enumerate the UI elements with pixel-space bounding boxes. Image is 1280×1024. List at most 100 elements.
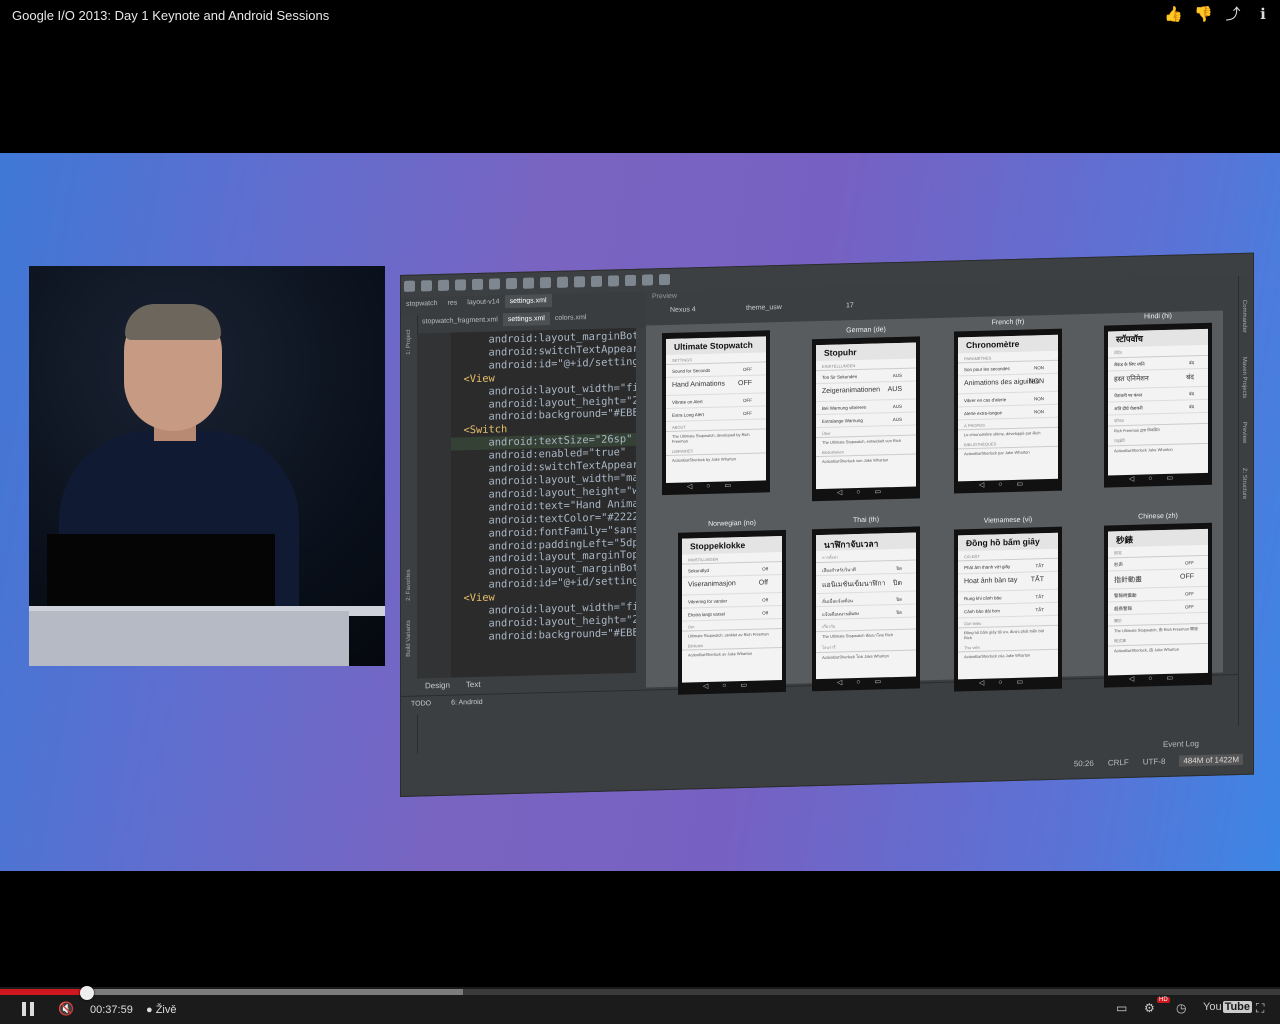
forward-icon — [574, 276, 585, 288]
phone-screen: Stoppeklokke INNSTILLINGER Sekundlyd Off Vis… — [682, 535, 782, 683]
settings-row: अति दीर्घ चेतावनी बंद — [1108, 399, 1208, 416]
video-frame[interactable]: stopwatch res layout-v14 settings.xml stopw… — [0, 153, 1280, 871]
memory-indicator[interactable]: 484M of 1422M — [1179, 753, 1243, 767]
phone-preview[interactable]: Ultimate Stopwatch SETTINGS Sound for Seco… — [662, 330, 770, 496]
setting-label: Extra Long Alert — [672, 412, 705, 418]
phone-screen: स्टॉपवॉच सेटिंग सेकंड के लिए ध्वनि बंद हस्त … — [1108, 328, 1208, 476]
save-icon — [404, 280, 415, 292]
setting-toggle: Off — [762, 610, 768, 616]
layout-preview-pane: Ultimate Stopwatch SETTINGS Sound for Seco… — [646, 310, 1223, 695]
mute-icon[interactable]: 🔇 — [58, 1001, 74, 1017]
watch-later-icon[interactable]: ◷ — [1176, 1001, 1186, 1015]
locale-caption: French (fr) — [991, 318, 1025, 327]
structure-tool-tab[interactable]: Z: Structure — [1241, 468, 1247, 500]
xml-code-editor[interactable]: android:layout_marginBottom= android:swi… — [451, 327, 636, 679]
api-level-selector[interactable]: 17 — [846, 302, 854, 309]
tab-text[interactable]: Text — [458, 677, 489, 693]
undo-icon — [438, 279, 449, 292]
replace-icon — [540, 277, 551, 289]
locale-caption: Hindi (hi) — [1143, 312, 1172, 321]
setting-toggle: ปิด — [896, 609, 902, 616]
setting-label: Son pour les secondes — [964, 366, 1010, 373]
favorites-tool-tab[interactable]: 2: Favorites — [406, 569, 412, 601]
setting-label: Vibrer en cas d'alerte — [964, 397, 1007, 404]
setting-toggle: NON — [1034, 396, 1044, 402]
setting-label: 指針動畫 — [1114, 576, 1142, 585]
like-icon[interactable]: 👍 — [1164, 5, 1183, 25]
phone-preview[interactable]: German (de) Stopuhr EINSTELLUNGEN Ton für S… — [812, 326, 920, 502]
setting-toggle: TẮT — [1035, 563, 1045, 569]
setting-toggle: TẮT — [1035, 594, 1045, 600]
setting-toggle: OFF — [743, 366, 752, 373]
setting-toggle: Off — [758, 579, 768, 587]
laptop — [47, 534, 275, 614]
played-bar — [0, 989, 88, 995]
setting-toggle: बंद — [1189, 391, 1194, 397]
scrubber-handle[interactable] — [80, 986, 95, 1000]
phone-preview[interactable]: French (fr) Chronomètre PARAMÈTRES Son pour… — [954, 319, 1062, 494]
preview-tool-tab[interactable]: Preview — [1241, 422, 1247, 444]
phone-screen: Chronomètre PARAMÈTRES Son pour les second… — [958, 334, 1058, 482]
setting-label: Vibrering for varsler — [688, 598, 728, 605]
android-tab[interactable]: 6: Android — [441, 695, 493, 711]
setting-label: Hoạt ảnh bàn tay — [964, 576, 1018, 586]
dislike-icon[interactable]: 👎 — [1194, 5, 1213, 25]
setting-toggle: AUS — [892, 403, 902, 410]
pause-button[interactable] — [22, 1002, 34, 1016]
fullscreen-icon[interactable]: ⛶ — [1256, 1001, 1264, 1016]
settings-row: Extra Long Alert OFF — [666, 406, 766, 423]
theme-selector[interactable]: theme_usw — [746, 304, 782, 312]
phone-preview[interactable]: Chinese (zh) 秒錶 設定 秒声 OFF 指針動畫 OFF 警報時震動 OFF 超長警報… — [1104, 513, 1212, 688]
file-encoding[interactable]: UTF-8 — [1143, 757, 1166, 767]
current-time: 00:37:59 — [90, 1004, 133, 1016]
build-variants-tool-tab[interactable]: Build Variants — [406, 620, 412, 657]
tab-settings-xml[interactable]: settings.xml — [502, 312, 550, 327]
setting-label: Sound for Seconds — [672, 367, 711, 374]
tab-stopwatch-fragment[interactable]: stopwatch_fragment.xml — [417, 313, 503, 328]
setting-label: Rung khi cảnh báo — [964, 595, 1002, 602]
settings-row: Cảnh báo dài hơn TẮT — [958, 602, 1058, 619]
youtube-logo-tube: Tube — [1222, 1001, 1253, 1013]
tab-colors-xml[interactable]: colors.xml — [550, 311, 592, 325]
phone-screen: Ultimate Stopwatch SETTINGS Sound for Seco… — [666, 336, 766, 484]
line-separator[interactable]: CRLF — [1108, 758, 1129, 768]
nav-bar: ◁○▭ — [686, 481, 746, 491]
todo-tab[interactable]: TODO — [401, 696, 441, 712]
libraries-text: ActionBarSherlock của Jake Wharton — [964, 652, 1031, 660]
nav-bar: ◁○▭ — [702, 681, 762, 691]
event-log-button[interactable]: Event Log — [1163, 739, 1199, 749]
maven-tool-tab[interactable]: Maven Projects — [1241, 357, 1247, 399]
phone-preview[interactable]: Vietnamese (vi) Đồng hồ bấm giây CÀI ĐẶT Ph… — [954, 516, 1062, 692]
sync-icon — [421, 280, 432, 292]
commander-tool-tab[interactable]: Commander — [1241, 300, 1247, 333]
caret-position[interactable]: 50:26 — [1074, 759, 1094, 769]
setting-label: 秒声 — [1114, 562, 1123, 568]
breadcrumb-stopwatch: stopwatch — [406, 300, 438, 308]
device-selector[interactable]: Nexus 4 — [670, 306, 696, 314]
share-icon[interactable]: ⤴ — [1224, 5, 1242, 25]
nav-bar: ◁○▭ — [1128, 674, 1188, 683]
debug-icon — [625, 274, 636, 287]
youtube-logo[interactable]: You Tube — [1203, 1001, 1253, 1013]
setting-label: Hand Animations — [672, 380, 725, 389]
phone-preview[interactable]: Norwegian (no) Stoppeklokke INNSTILLINGER S… — [678, 520, 786, 695]
phone-preview[interactable]: Thai (th) นาฬิกาจับเวลา การตั้งค่า เสียงสำห… — [812, 516, 920, 692]
video-actions: 👍 👎 ⤴ ℹ — [1164, 5, 1272, 25]
back-icon — [557, 276, 568, 288]
speaker-inset — [29, 266, 385, 666]
settings-row: แจ้งเตือนนานพิเศษ ปิด — [816, 604, 916, 621]
info-icon[interactable]: ℹ — [1254, 5, 1272, 25]
setting-label: แอนิเมชันเข็มนาฬิกา — [822, 580, 886, 589]
setting-label: Bei Warnung vibrieren — [822, 404, 867, 411]
setting-toggle: NON — [1028, 378, 1044, 386]
phone-preview[interactable]: Hindi (hi) स्टॉपवॉच सेटिंग सेकंड के लिए ध्व… — [1104, 313, 1212, 488]
project-tool-tab[interactable]: 1: Project — [406, 329, 412, 355]
live-indicator[interactable]: ● Živě — [146, 1004, 176, 1016]
progress-bar[interactable] — [0, 986, 1280, 1000]
captions-icon[interactable]: ▭ — [1116, 1001, 1127, 1015]
setting-toggle: AUS — [887, 385, 902, 394]
settings-gear-icon[interactable]: ⚙ — [1144, 1001, 1155, 1015]
editor-gutter — [417, 332, 451, 694]
tab-design[interactable]: Design — [417, 677, 458, 693]
video-title[interactable]: Google I/O 2013: Day 1 Keynote and Andro… — [12, 8, 329, 23]
